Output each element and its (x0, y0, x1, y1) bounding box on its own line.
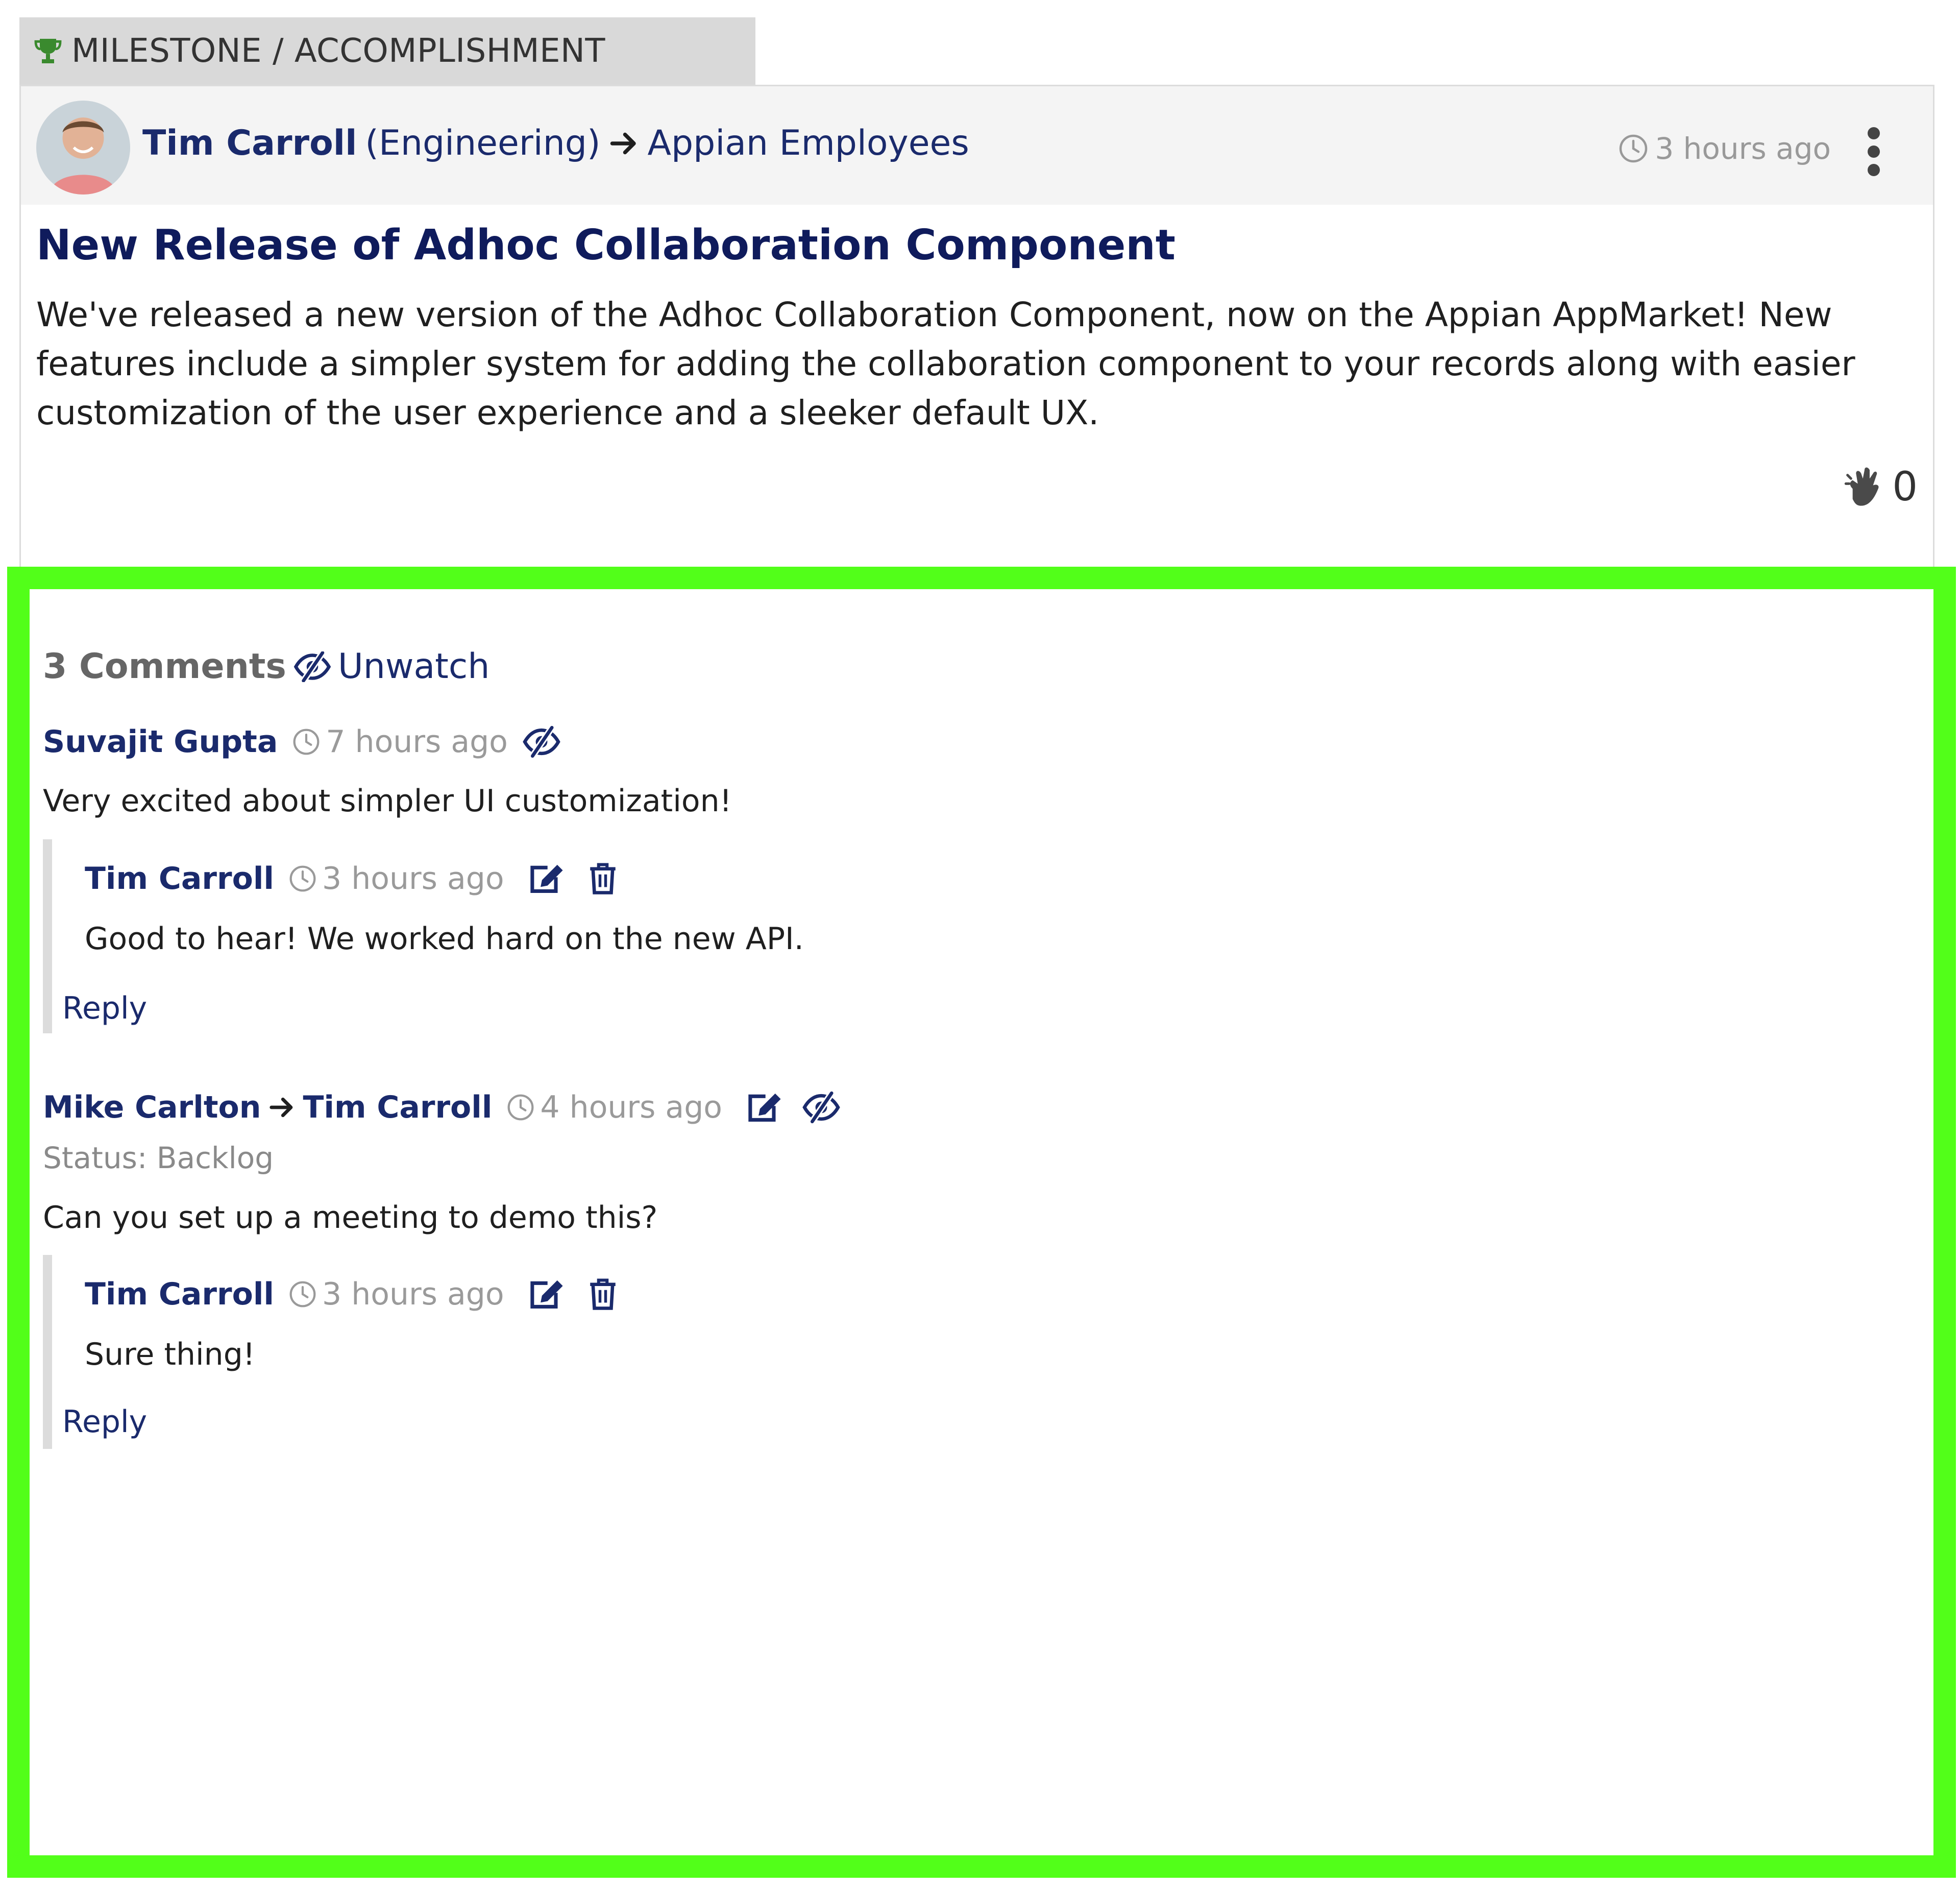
post-author-link[interactable]: Tim Carroll (142, 123, 357, 163)
post-audience-link[interactable]: Appian Employees (647, 123, 969, 163)
comment-status: Status: Backlog (43, 1141, 274, 1175)
clock-icon (288, 864, 317, 893)
reply-header: Tim Carroll 3 hours ago (85, 861, 618, 897)
comment-text: Very excited about simpler UI customizat… (43, 783, 732, 819)
post-header: Tim Carroll (Engineering) Appian Employe… (21, 86, 1933, 205)
edit-icon[interactable] (745, 1091, 783, 1124)
comment-recipient-link[interactable]: Tim Carroll (303, 1089, 492, 1125)
more-options-icon[interactable] (1864, 127, 1884, 176)
reaction-button[interactable]: 0 (1844, 464, 1918, 510)
comment-author-link[interactable]: Mike Carlton (43, 1089, 261, 1125)
reply-header: Tim Carroll 3 hours ago (85, 1276, 618, 1312)
avatar[interactable] (36, 101, 130, 195)
unwatch-button[interactable]: Unwatch (293, 646, 489, 687)
arrow-right-icon (608, 128, 639, 159)
category-label: MILESTONE / ACCOMPLISHMENT (71, 32, 605, 70)
reply-text: Sure thing! (85, 1337, 255, 1372)
post-author-line: Tim Carroll (Engineering) Appian Employe… (142, 123, 969, 163)
trash-icon[interactable] (588, 1277, 618, 1311)
trophy-icon (34, 39, 62, 63)
reply-timestamp: 3 hours ago (288, 861, 504, 897)
comment-header: Mike Carlton Tim Carroll 4 hours ago (43, 1089, 841, 1125)
post-timestamp: 3 hours ago (1618, 131, 1831, 166)
comment-header: Suvajit Gupta 7 hours ago (43, 724, 561, 760)
arrow-right-icon (268, 1094, 296, 1121)
reply-timestamp: 3 hours ago (288, 1276, 504, 1312)
reaction-count: 0 (1892, 464, 1918, 510)
edit-icon[interactable] (527, 862, 566, 895)
post-author-department[interactable]: (Engineering) (365, 123, 600, 163)
post-body: We've released a new version of the Adho… (36, 295, 1855, 432)
reply-link[interactable]: Reply (62, 1404, 147, 1440)
comment-timestamp: 7 hours ago (292, 724, 508, 760)
reply-author-link[interactable]: Tim Carroll (85, 1276, 274, 1312)
comments-section: 3 Comments Unwatch Suvajit Gupta 7 hours… (7, 567, 1956, 1878)
clock-icon (288, 1280, 317, 1309)
clock-icon (1618, 133, 1649, 164)
reply-thread-rail (43, 839, 52, 1033)
reply-author-link[interactable]: Tim Carroll (85, 861, 274, 897)
reply-link[interactable]: Reply (62, 990, 147, 1026)
post-title[interactable]: New Release of Adhoc Collaboration Compo… (36, 221, 1175, 270)
clock-icon (292, 728, 321, 756)
eye-slash-icon (293, 651, 332, 682)
activity-feed-post: MILESTONE / ACCOMPLISHMENT Tim Carroll (… (0, 0, 1960, 1889)
edit-icon[interactable] (527, 1277, 566, 1311)
post-card: Tim Carroll (Engineering) Appian Employe… (19, 85, 1934, 600)
reply-thread-rail (43, 1255, 52, 1449)
reply-text: Good to hear! We worked hard on the new … (85, 921, 804, 957)
comment-count: 3 Comments (43, 646, 286, 687)
eye-slash-icon[interactable] (522, 725, 561, 759)
category-tab: MILESTONE / ACCOMPLISHMENT (19, 17, 755, 85)
clock-icon (506, 1093, 535, 1122)
hand-clap-icon (1845, 467, 1879, 506)
comment-text: Can you set up a meeting to demo this? (43, 1200, 658, 1236)
avatar-image (36, 101, 130, 195)
trash-icon[interactable] (588, 862, 618, 895)
comment-author-link[interactable]: Suvajit Gupta (43, 724, 278, 760)
comment-timestamp: 4 hours ago (506, 1089, 722, 1125)
eye-slash-icon[interactable] (802, 1091, 841, 1124)
